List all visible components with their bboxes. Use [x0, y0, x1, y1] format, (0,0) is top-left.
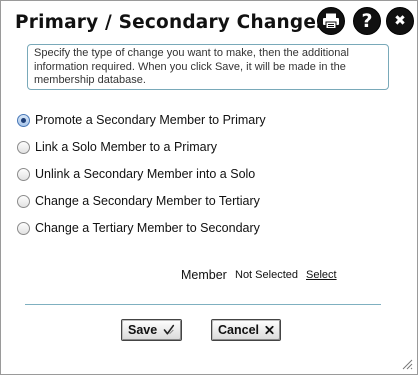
radio-button[interactable] — [17, 167, 30, 181]
radio-button[interactable] — [17, 194, 30, 208]
option-label: Change a Tertiary Member to Secondary — [35, 221, 260, 235]
option-label: Unlink a Secondary Member into a Solo — [35, 167, 256, 181]
close-icon: ✖ — [394, 13, 406, 29]
help-icon: ? — [361, 9, 373, 32]
x-icon — [265, 325, 274, 335]
member-value: Not Selected — [235, 269, 298, 281]
radio-button[interactable] — [17, 221, 30, 235]
option-tertiary-to-secondary[interactable]: Change a Tertiary Member to Secondary — [17, 221, 260, 235]
cancel-button-label: Cancel — [218, 323, 259, 337]
save-button-label: Save — [128, 323, 158, 337]
option-promote-secondary[interactable]: Promote a Secondary Member to Primary — [17, 113, 266, 127]
close-button[interactable]: ✖ — [386, 7, 414, 35]
radio-button-checked[interactable] — [17, 113, 30, 127]
select-member-link[interactable]: Select — [306, 269, 337, 281]
radio-button[interactable] — [17, 140, 30, 154]
dialog-title: Primary / Secondary Changes — [15, 12, 328, 33]
resize-grip-icon[interactable] — [401, 358, 413, 370]
primary-secondary-dialog: Primary / Secondary Changes ? ✖ Specify … — [0, 0, 418, 375]
save-button[interactable]: Save — [121, 319, 182, 341]
instructions-text: Specify the type of change you want to m… — [27, 44, 389, 90]
help-button[interactable]: ? — [353, 7, 381, 35]
print-icon — [323, 13, 339, 29]
option-link-solo[interactable]: Link a Solo Member to a Primary — [17, 140, 217, 154]
option-label: Change a Secondary Member to Tertiary — [35, 194, 260, 208]
cancel-button[interactable]: Cancel — [211, 319, 281, 341]
checkmark-icon — [163, 324, 175, 335]
option-secondary-to-tertiary[interactable]: Change a Secondary Member to Tertiary — [17, 194, 260, 208]
member-label: Member — [181, 268, 227, 282]
option-unlink-secondary[interactable]: Unlink a Secondary Member into a Solo — [17, 167, 255, 181]
option-label: Link a Solo Member to a Primary — [35, 140, 218, 154]
option-label: Promote a Secondary Member to Primary — [35, 113, 266, 127]
print-button[interactable] — [317, 7, 345, 35]
divider — [25, 304, 381, 305]
